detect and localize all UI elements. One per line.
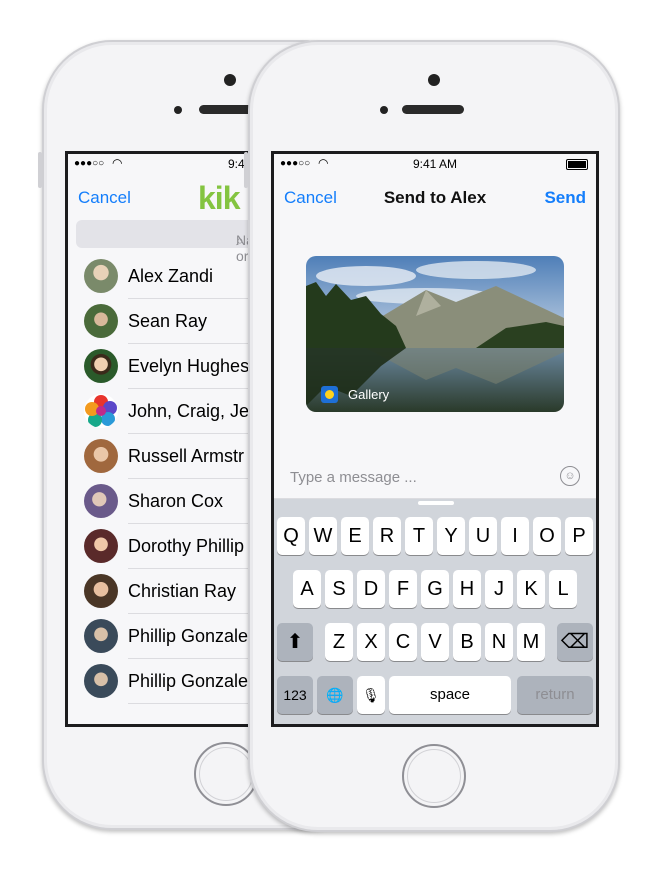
key-j[interactable]: J [485, 570, 513, 608]
return-key[interactable]: return [517, 676, 593, 714]
shift-key[interactable]: ⬆ [277, 623, 313, 661]
key-w[interactable]: W [309, 517, 337, 555]
group-avatar [84, 394, 118, 428]
avatar [84, 484, 118, 518]
key-u[interactable]: U [469, 517, 497, 555]
keyboard-row-1: Q W E R T Y U I O P [274, 517, 596, 555]
keyboard: Q W E R T Y U I O P A S D F G H J K L ⬆ … [274, 499, 596, 724]
avatar [84, 349, 118, 383]
contact-name: Sharon Cox [128, 491, 224, 511]
status-time: 9:41 AM [412, 157, 458, 171]
key-f[interactable]: F [389, 570, 417, 608]
status-bar: ●●●○○ ◠ 9:41 AM [274, 154, 596, 176]
group-icon [85, 395, 117, 427]
globe-key[interactable]: 🌐 [317, 676, 353, 714]
avatar [84, 619, 118, 653]
key-a[interactable]: A [293, 570, 321, 608]
key-n[interactable]: N [485, 623, 513, 661]
key-q[interactable]: Q [277, 517, 305, 555]
message-input-bar[interactable]: Type a message ... ☺ [274, 454, 596, 499]
contact-name: Phillip Gonzale [128, 626, 249, 646]
kik-logo: kik [198, 180, 240, 216]
avatar [84, 259, 118, 293]
key-m[interactable]: M [517, 623, 545, 661]
proximity-sensor [380, 106, 388, 114]
contact-name: Dorothy Phillip [128, 536, 245, 556]
key-c[interactable]: C [389, 623, 417, 661]
navigation-bar: Cancel Send to Alex Send [274, 176, 596, 218]
key-o[interactable]: O [533, 517, 561, 555]
globe-icon: 🌐 [326, 687, 344, 703]
key-p[interactable]: P [565, 517, 593, 555]
key-v[interactable]: V [421, 623, 449, 661]
earpiece-speaker [402, 105, 464, 114]
battery-icon [566, 159, 588, 170]
key-g[interactable]: G [421, 570, 449, 608]
key-t[interactable]: T [405, 517, 433, 555]
numbers-key[interactable]: 123 [277, 676, 313, 714]
key-y[interactable]: Y [437, 517, 465, 555]
gallery-label: Gallery [348, 387, 390, 402]
keyboard-row-4: 123 🌐 🎙 space return [274, 676, 596, 714]
avatar [84, 439, 118, 473]
message-input[interactable]: Type a message ... [290, 469, 417, 486]
send-to-screen: ●●●○○ ◠ 9:41 AM Cancel Send to Alex Send [271, 151, 599, 727]
contact-name: Phillip Gonzale [128, 671, 249, 691]
avatar [84, 529, 118, 563]
key-b[interactable]: B [453, 623, 481, 661]
shift-icon: ⬆ [286, 631, 304, 653]
space-key[interactable]: space [389, 676, 511, 714]
keyboard-row-2: A S D F G H J K L [274, 570, 596, 608]
contact-name: Russell Armstr [128, 446, 245, 466]
avatar [84, 304, 118, 338]
avatar [84, 574, 118, 608]
contact-name: Sean Ray [128, 311, 208, 331]
cancel-button[interactable]: Cancel [78, 188, 131, 208]
front-phone: ●●●○○ ◠ 9:41 AM Cancel Send to Alex Send [244, 40, 620, 832]
signal-icon: ●●●○○ [74, 158, 105, 169]
send-button[interactable]: Send [544, 188, 586, 208]
key-s[interactable]: S [325, 570, 353, 608]
home-button[interactable] [402, 744, 466, 808]
key-e[interactable]: E [341, 517, 369, 555]
landscape-photo [306, 256, 564, 412]
delete-icon: ⌫ [560, 631, 590, 653]
keyboard-handle[interactable] [418, 501, 454, 505]
key-r[interactable]: R [373, 517, 401, 555]
wifi-icon: ◠ [112, 156, 123, 170]
key-i[interactable]: I [501, 517, 529, 555]
front-camera [428, 74, 440, 86]
contact-name: John, Craig, Je [128, 401, 250, 421]
avatar [84, 664, 118, 698]
contact-name: Alex Zandi [128, 266, 214, 286]
microphone-icon: 🎙 [362, 687, 380, 703]
gallery-icon [321, 386, 338, 403]
key-h[interactable]: H [453, 570, 481, 608]
proximity-sensor [174, 106, 182, 114]
key-k[interactable]: K [517, 570, 545, 608]
key-x[interactable]: X [357, 623, 385, 661]
dictation-key[interactable]: 🎙 [357, 676, 385, 714]
keyboard-row-3: ⬆ Z X C V B N M ⌫ [274, 623, 596, 661]
key-l[interactable]: L [549, 570, 577, 608]
emoji-icon[interactable]: ☺ [560, 466, 580, 486]
key-z[interactable]: Z [325, 623, 353, 661]
gallery-card[interactable]: Gallery [306, 256, 564, 412]
contact-name: Christian Ray [128, 581, 237, 601]
front-camera [224, 74, 236, 86]
contact-name: Evelyn Hughes [128, 356, 250, 376]
delete-key[interactable]: ⌫ [557, 623, 593, 661]
key-d[interactable]: D [357, 570, 385, 608]
